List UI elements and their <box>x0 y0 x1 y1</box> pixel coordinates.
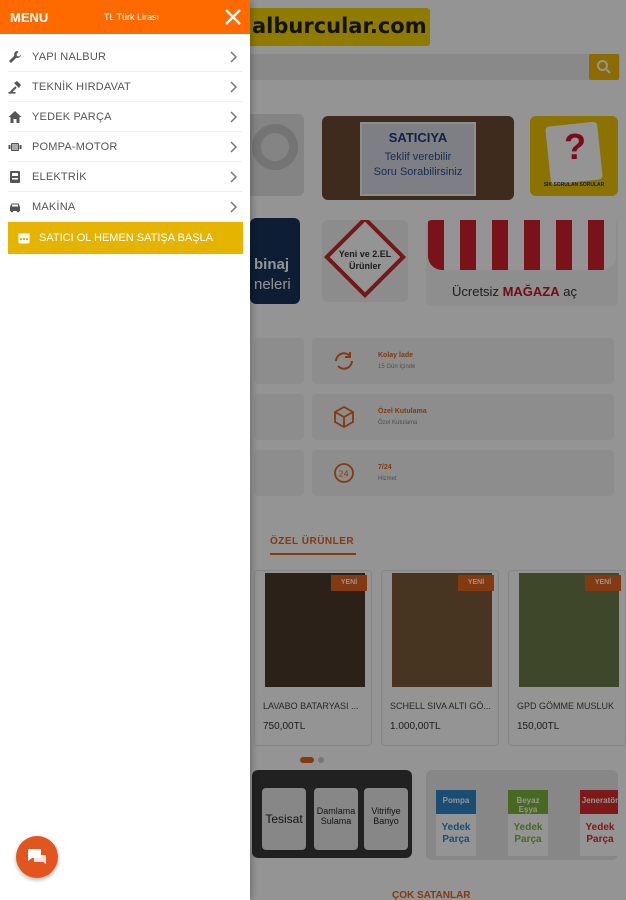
chevron-right-icon <box>230 111 238 123</box>
chevron-right-icon <box>230 81 238 93</box>
calendar-icon <box>18 233 30 244</box>
menu-item-label: ELEKTRİK <box>32 171 87 183</box>
chat-button[interactable] <box>16 836 58 878</box>
become-seller-button[interactable]: SATICI OL HEMEN SATIŞA BAŞLA <box>8 222 243 254</box>
chevron-right-icon <box>230 141 238 153</box>
menu-item-label: YEDEK PARÇA <box>32 111 112 123</box>
menu-item-elektrik[interactable]: ELEKTRİK <box>8 162 242 192</box>
electric-icon <box>10 171 20 183</box>
menu-item-label: TEKNİK HIRDAVAT <box>32 81 131 93</box>
motor-icon <box>8 143 22 151</box>
menu-item-label: POMPA-MOTOR <box>32 141 118 153</box>
wrench-icon <box>9 51 21 63</box>
menu-item-label: MAKİNA <box>32 201 76 213</box>
drawer-title: MENU <box>10 10 49 25</box>
menu-item-label: YAPI NALBUR <box>32 51 107 63</box>
menu-item-yedek-parca[interactable]: YEDEK PARÇA <box>8 102 242 132</box>
currency-selector[interactable]: TL Türk Lirası <box>104 12 159 22</box>
chevron-right-icon <box>230 171 238 183</box>
hammer-icon <box>8 81 21 94</box>
house-icon <box>8 111 22 123</box>
menu-item-pompa-motor[interactable]: POMPA-MOTOR <box>8 132 242 162</box>
drawer-header: MENU TL Türk Lirası <box>0 0 250 34</box>
menu-item-teknik-hirdavat[interactable]: TEKNİK HIRDAVAT <box>8 72 242 102</box>
category-menu: YAPI NALBUR TEKNİK HIRDAVAT YEDEK PARÇA … <box>0 42 250 222</box>
chat-icon <box>28 849 46 864</box>
menu-item-yapi-nalbur[interactable]: YAPI NALBUR <box>8 42 242 72</box>
close-icon <box>225 9 241 25</box>
side-menu-drawer: MENU TL Türk Lirası YAPI NALBUR TEKNİK H… <box>0 0 250 900</box>
car-icon <box>10 203 20 213</box>
chevron-right-icon <box>230 201 238 213</box>
close-button[interactable] <box>222 6 244 28</box>
chevron-right-icon <box>230 51 238 63</box>
become-seller-label: SATICI OL HEMEN SATIŞA BAŞLA <box>39 232 214 244</box>
menu-item-makina[interactable]: MAKİNA <box>8 192 242 222</box>
